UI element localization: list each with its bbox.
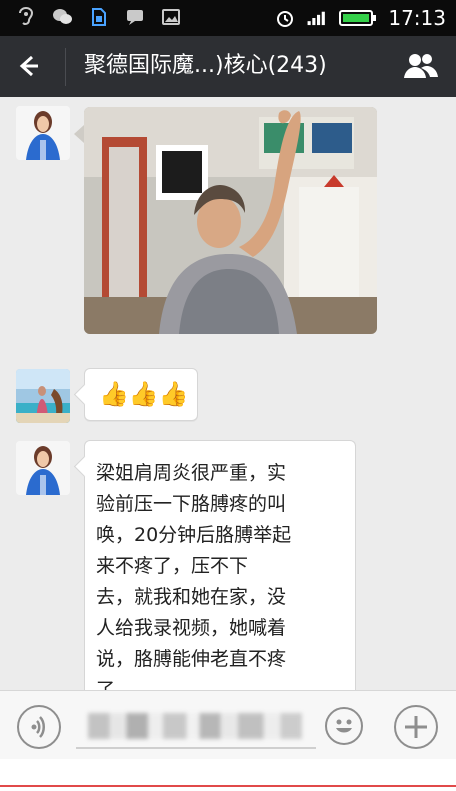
avatar[interactable] xyxy=(16,106,70,160)
signal-icon xyxy=(306,8,328,28)
people-icon[interactable] xyxy=(402,50,440,84)
alarm-icon xyxy=(274,8,296,28)
status-time: 17:13 xyxy=(388,6,446,30)
image-icon xyxy=(160,7,182,27)
emoji-icon[interactable] xyxy=(325,707,363,745)
message-input[interactable] xyxy=(76,705,316,749)
status-right-icons: 17:13 xyxy=(274,6,446,30)
message-line: 人给我录视频，她喊着 xyxy=(96,617,287,639)
message-line: 梁姐肩周炎很严重，实 xyxy=(96,462,287,484)
plus-icon[interactable] xyxy=(394,705,438,749)
title-divider xyxy=(65,48,66,86)
chat-title-bar: 聚德国际魔...)核心(243) xyxy=(0,36,456,97)
back-arrow-icon[interactable] xyxy=(14,52,42,80)
thumbs-up-emoji: 👍👍👍 xyxy=(99,380,189,408)
blurred-input-text xyxy=(88,713,302,739)
sim-card-icon xyxy=(88,7,110,27)
message-line: 唤，20分钟后胳膊举起 xyxy=(96,524,292,546)
message-line: 验前压一下胳膊疼的叫 xyxy=(96,493,287,515)
message-icon xyxy=(124,7,146,27)
message-line: 去，就我和她在家，没 xyxy=(96,586,287,608)
status-bar: 17:13 xyxy=(0,0,456,36)
message-line: 说，胳膊能伸老直不疼 xyxy=(96,648,287,670)
image-bubble-tail xyxy=(74,125,84,143)
voice-icon[interactable] xyxy=(17,705,61,749)
input-bar xyxy=(0,690,456,760)
chat-title: 聚德国际魔...)核心(243) xyxy=(84,53,327,78)
avatar[interactable] xyxy=(16,441,70,495)
bottom-divider xyxy=(0,785,456,787)
battery-icon xyxy=(338,8,378,28)
message-text: 梁姐肩周炎很严重，实 验前压一下胳膊疼的叫 唤，20分钟后胳膊举起 来不疼了，压… xyxy=(96,458,344,706)
chat-image[interactable] xyxy=(84,107,377,334)
avatar[interactable] xyxy=(16,369,70,423)
status-left-icons xyxy=(16,7,182,27)
emoji-bubble[interactable]: 👍👍👍 xyxy=(84,368,198,421)
message-line: 来不疼了，压不下 xyxy=(96,555,249,577)
wechat-icon xyxy=(52,7,74,27)
hearing-aid-icon xyxy=(16,7,38,27)
